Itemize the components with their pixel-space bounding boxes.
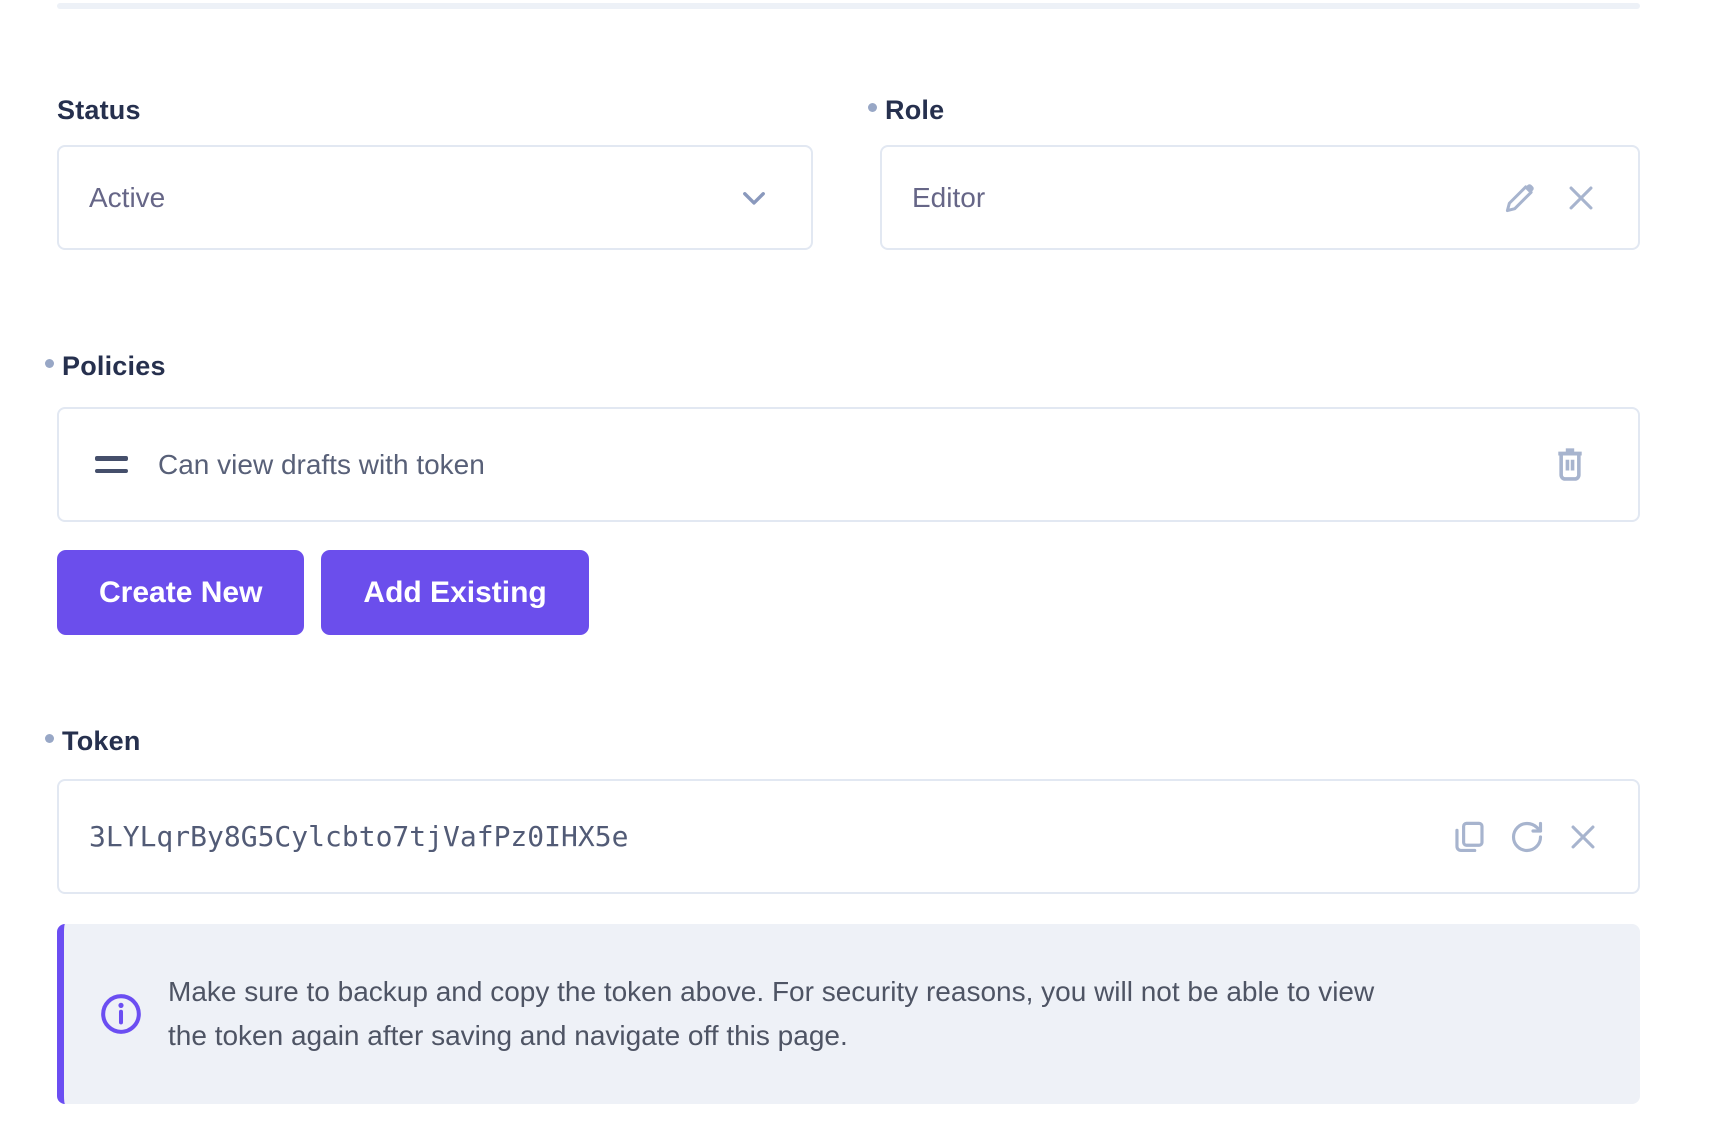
- policy-name: Can view drafts with token: [158, 449, 1552, 481]
- token-value: 3LYLqrBy8G5Cylcbto7tjVafPz0IHX5e: [89, 820, 1450, 853]
- role-relation-input[interactable]: Editor: [880, 145, 1640, 250]
- add-existing-button[interactable]: Add Existing: [321, 550, 588, 635]
- role-value: Editor: [912, 182, 1502, 214]
- drag-handle-icon[interactable]: [95, 456, 128, 473]
- status-select[interactable]: Active: [57, 145, 813, 250]
- required-dot-icon: [868, 103, 877, 112]
- status-label: Status: [57, 94, 813, 126]
- edit-pencil-icon[interactable]: [1502, 180, 1538, 216]
- clear-role-icon[interactable]: [1564, 181, 1598, 215]
- token-input[interactable]: 3LYLqrBy8G5Cylcbto7tjVafPz0IHX5e: [57, 779, 1640, 894]
- token-form: Status Active Role Editor: [57, 0, 1640, 1104]
- notice-text: Make sure to backup and copy the token a…: [168, 970, 1374, 1058]
- policy-list-item: Can view drafts with token: [57, 407, 1640, 522]
- delete-policy-trash-icon[interactable]: [1552, 444, 1588, 486]
- regenerate-token-icon[interactable]: [1509, 819, 1545, 855]
- status-select-value: Active: [89, 182, 737, 214]
- status-field-group: Status Active: [57, 94, 813, 250]
- chevron-down-icon[interactable]: [737, 181, 771, 215]
- required-dot-icon: [45, 734, 54, 743]
- role-label: Role: [868, 94, 1640, 126]
- policies-section: Policies Can view drafts with token Crea…: [57, 350, 1640, 635]
- top-divider: [57, 3, 1640, 9]
- copy-token-icon[interactable]: [1450, 818, 1488, 856]
- info-icon: [98, 991, 144, 1037]
- token-label: Token: [45, 725, 1640, 757]
- status-role-row: Status Active Role Editor: [57, 0, 1640, 250]
- token-backup-notice: Make sure to backup and copy the token a…: [57, 924, 1640, 1104]
- role-field-group: Role Editor: [880, 94, 1640, 250]
- clear-token-icon[interactable]: [1566, 820, 1600, 854]
- policies-label: Policies: [45, 350, 1640, 382]
- policy-actions: Create New Add Existing: [57, 550, 1640, 635]
- token-section: Token 3LYLqrBy8G5Cylcbto7tjVafPz0IHX5e: [57, 725, 1640, 1104]
- create-new-button[interactable]: Create New: [57, 550, 304, 635]
- required-dot-icon: [45, 359, 54, 368]
